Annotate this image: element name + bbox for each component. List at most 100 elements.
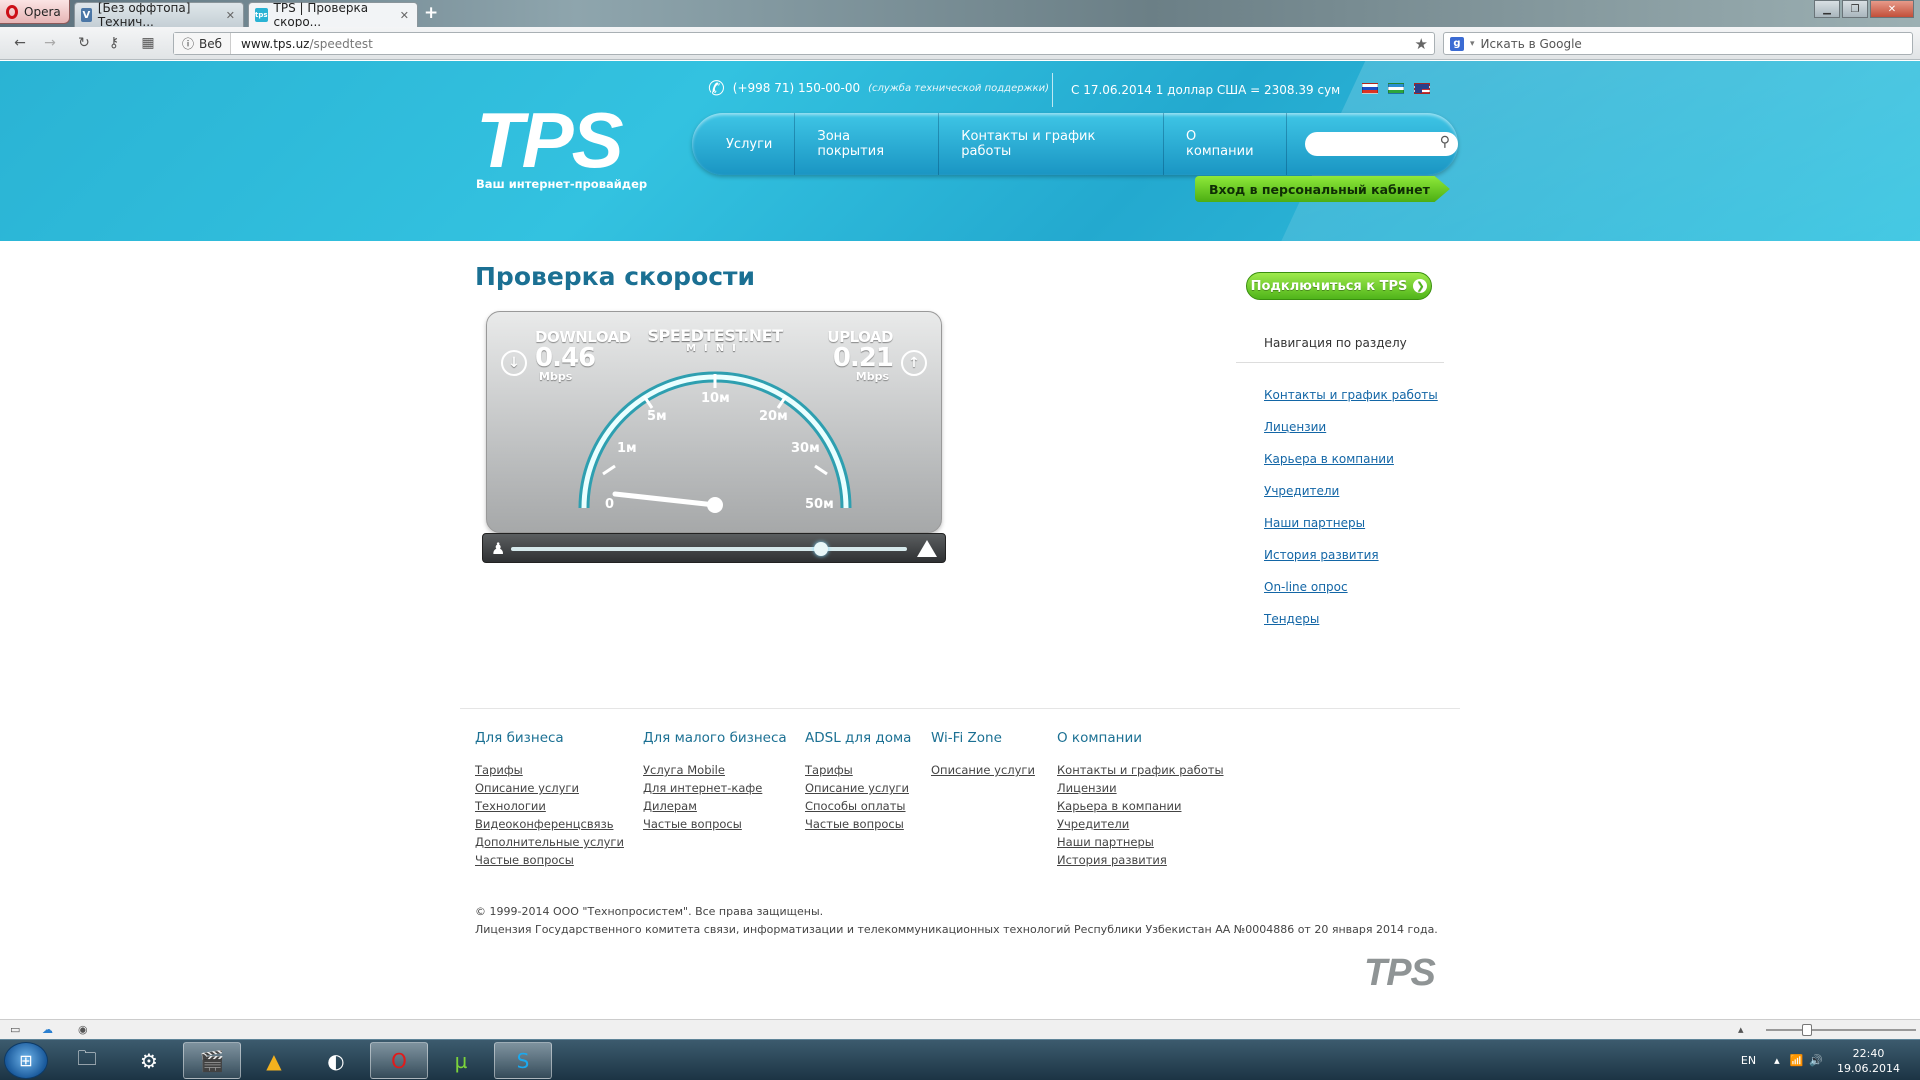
- section-nav-link[interactable]: Тендеры: [1264, 612, 1438, 644]
- support-phone: ✆ (+998 71) 150-00-00 (служба техническо…: [708, 76, 1049, 100]
- search-icon[interactable]: ⚲: [1440, 134, 1450, 150]
- flag-ru-icon[interactable]: [1362, 83, 1378, 94]
- steam-icon[interactable]: ⚙: [120, 1042, 178, 1079]
- footer-link[interactable]: Частые вопросы: [475, 853, 624, 871]
- footer-link[interactable]: Для интернет-кафе: [643, 781, 787, 799]
- footer-link[interactable]: Услуга Mobile: [643, 763, 787, 781]
- section-nav-link[interactable]: Учредители: [1264, 484, 1438, 516]
- footer-column-title[interactable]: Wi-Fi Zone: [931, 730, 1035, 746]
- flag-us-icon[interactable]: [1414, 83, 1430, 94]
- address-bar[interactable]: ⓘ Веб www.tps.uz/speedtest ★: [173, 32, 1435, 55]
- footer-link[interactable]: Учредители: [1057, 817, 1224, 835]
- reload-icon[interactable]: ↻: [74, 33, 94, 53]
- tab-vk[interactable]: V [Без оффтопа] Технич... ✕: [74, 1, 244, 29]
- progress-track: [511, 547, 907, 551]
- minimize-icon[interactable]: ▁: [1814, 0, 1840, 18]
- footer-link[interactable]: Способы оплаты: [805, 799, 911, 817]
- clock-time: 22:40: [1852, 1046, 1885, 1060]
- window-controls: ▁ ❐ ✕: [1814, 0, 1914, 18]
- footer-link[interactable]: Тарифы: [805, 763, 911, 781]
- close-icon[interactable]: ✕: [400, 9, 409, 22]
- footer-link[interactable]: Частые вопросы: [805, 817, 911, 835]
- panel-toggle-icon[interactable]: ▭: [10, 1023, 20, 1036]
- footer-link[interactable]: Лицензии: [1057, 781, 1224, 799]
- zoom-handle[interactable]: [1802, 1024, 1812, 1036]
- gauge-label: 0: [605, 497, 614, 512]
- menu-item-services[interactable]: Услуги: [704, 113, 796, 175]
- aimp-icon[interactable]: ▲: [245, 1042, 303, 1079]
- start-button[interactable]: ⊞: [4, 1042, 48, 1079]
- utorrent-icon[interactable]: µ: [432, 1042, 490, 1079]
- opera-menu-button[interactable]: Opera: [0, 0, 70, 24]
- upload-value: 0.21: [832, 343, 894, 373]
- section-nav-link[interactable]: Контакты и график работы: [1264, 388, 1438, 420]
- cloud-icon[interactable]: ☁: [42, 1023, 53, 1036]
- footer-link[interactable]: Технологии: [475, 799, 624, 817]
- footer-link[interactable]: Описание услуги: [805, 781, 911, 799]
- window-close-icon[interactable]: ✕: [1870, 0, 1914, 18]
- opera-icon[interactable]: O: [370, 1042, 428, 1079]
- search-field[interactable]: g ▾ Искать в Google: [1443, 32, 1913, 55]
- chevron-up-icon[interactable]: ▴: [1738, 1023, 1744, 1036]
- footer-column-title[interactable]: О компании: [1057, 730, 1224, 746]
- volume-icon[interactable]: 🔊: [1809, 1054, 1823, 1067]
- camera-icon[interactable]: ◉: [78, 1023, 88, 1036]
- speedtest-progress-bar: ♟: [482, 533, 946, 563]
- tab-tps[interactable]: tps TPS | Проверка скоро... ✕: [248, 1, 418, 29]
- network-icon[interactable]: 📶: [1790, 1054, 1804, 1067]
- footer-link[interactable]: Карьера в компании: [1057, 799, 1224, 817]
- url-text[interactable]: www.tps.uz/speedtest: [231, 37, 373, 51]
- gauge-label: 1м: [617, 441, 637, 456]
- personal-cabinet-button[interactable]: Вход в персональный кабинет: [1195, 176, 1450, 202]
- section-nav-link[interactable]: Лицензии: [1264, 420, 1438, 452]
- clock[interactable]: 22:40 19.06.2014: [1837, 1046, 1900, 1076]
- close-icon[interactable]: ✕: [226, 9, 235, 22]
- footer-link[interactable]: Дилерам: [643, 799, 787, 817]
- windows-taskbar: ⊞ 🗀 ⚙ 🎬 ▲ ◐ O µ S EN ▴ 📶 🔊 22:40 19.06.2…: [0, 1039, 1920, 1080]
- zoom-slider[interactable]: [1766, 1024, 1916, 1036]
- footer-column-title[interactable]: ADSL для дома: [805, 730, 911, 746]
- key-icon[interactable]: ⚷: [104, 33, 124, 53]
- section-nav-link[interactable]: Карьера в компании: [1264, 452, 1438, 484]
- web-badge[interactable]: ⓘ Веб: [174, 33, 232, 54]
- section-nav-link[interactable]: Наши партнеры: [1264, 516, 1438, 548]
- media-player-icon[interactable]: 🎬: [183, 1042, 241, 1079]
- new-tab-button[interactable]: +: [424, 3, 438, 23]
- footer-link[interactable]: Наши партнеры: [1057, 835, 1224, 853]
- chevron-down-icon[interactable]: ▾: [1470, 39, 1475, 49]
- footer-link[interactable]: Видеоконференцсвязь: [475, 817, 624, 835]
- tray-expand-icon[interactable]: ▴: [1774, 1054, 1780, 1067]
- footer-link[interactable]: Описание услуги: [931, 763, 1035, 781]
- footer-column-title[interactable]: Для бизнеса: [475, 730, 624, 746]
- forward-icon[interactable]: →: [40, 33, 60, 53]
- flag-uz-icon[interactable]: [1388, 83, 1404, 94]
- phone-icon: ✆: [708, 76, 725, 100]
- menu-item-coverage[interactable]: Зона покрытия: [795, 113, 940, 175]
- tps-logo[interactable]: TPS Ваш интернет-провайдер: [476, 101, 647, 191]
- info-icon: ⓘ: [182, 37, 195, 51]
- menu-item-contacts[interactable]: Контакты и график работы: [939, 113, 1165, 175]
- skype-icon[interactable]: S: [494, 1042, 552, 1079]
- footer-link[interactable]: Контакты и график работы: [1057, 763, 1224, 781]
- bookmark-star-icon[interactable]: ★: [1415, 35, 1428, 53]
- footer-link[interactable]: Частые вопросы: [643, 817, 787, 835]
- footer-link[interactable]: Описание услуги: [475, 781, 624, 799]
- footer-link[interactable]: Тарифы: [475, 763, 624, 781]
- footer-link[interactable]: Дополнительные услуги: [475, 835, 624, 853]
- maximize-icon[interactable]: ❐: [1842, 0, 1868, 18]
- section-nav-link[interactable]: On-line опрос: [1264, 580, 1438, 612]
- connect-button[interactable]: Подключиться к TPS ❯: [1246, 272, 1432, 300]
- clock-date: 19.06.2014: [1837, 1061, 1900, 1075]
- explorer-icon[interactable]: 🗀: [58, 1042, 116, 1079]
- cinema4d-icon[interactable]: ◐: [307, 1042, 365, 1079]
- footer-link[interactable]: История развития: [1057, 853, 1224, 871]
- language-indicator[interactable]: EN: [1741, 1054, 1756, 1067]
- speed-dial-icon[interactable]: ▦: [138, 33, 158, 53]
- section-nav-title: Навигация по разделу: [1264, 336, 1407, 350]
- progress-knob[interactable]: [814, 542, 828, 556]
- footer-column-title[interactable]: Для малого бизнеса: [643, 730, 787, 746]
- site-search-input[interactable]: ⚲: [1305, 132, 1458, 156]
- section-nav-link[interactable]: История развития: [1264, 548, 1438, 580]
- menu-item-about[interactable]: О компании: [1164, 113, 1288, 175]
- back-icon[interactable]: ←: [10, 33, 30, 53]
